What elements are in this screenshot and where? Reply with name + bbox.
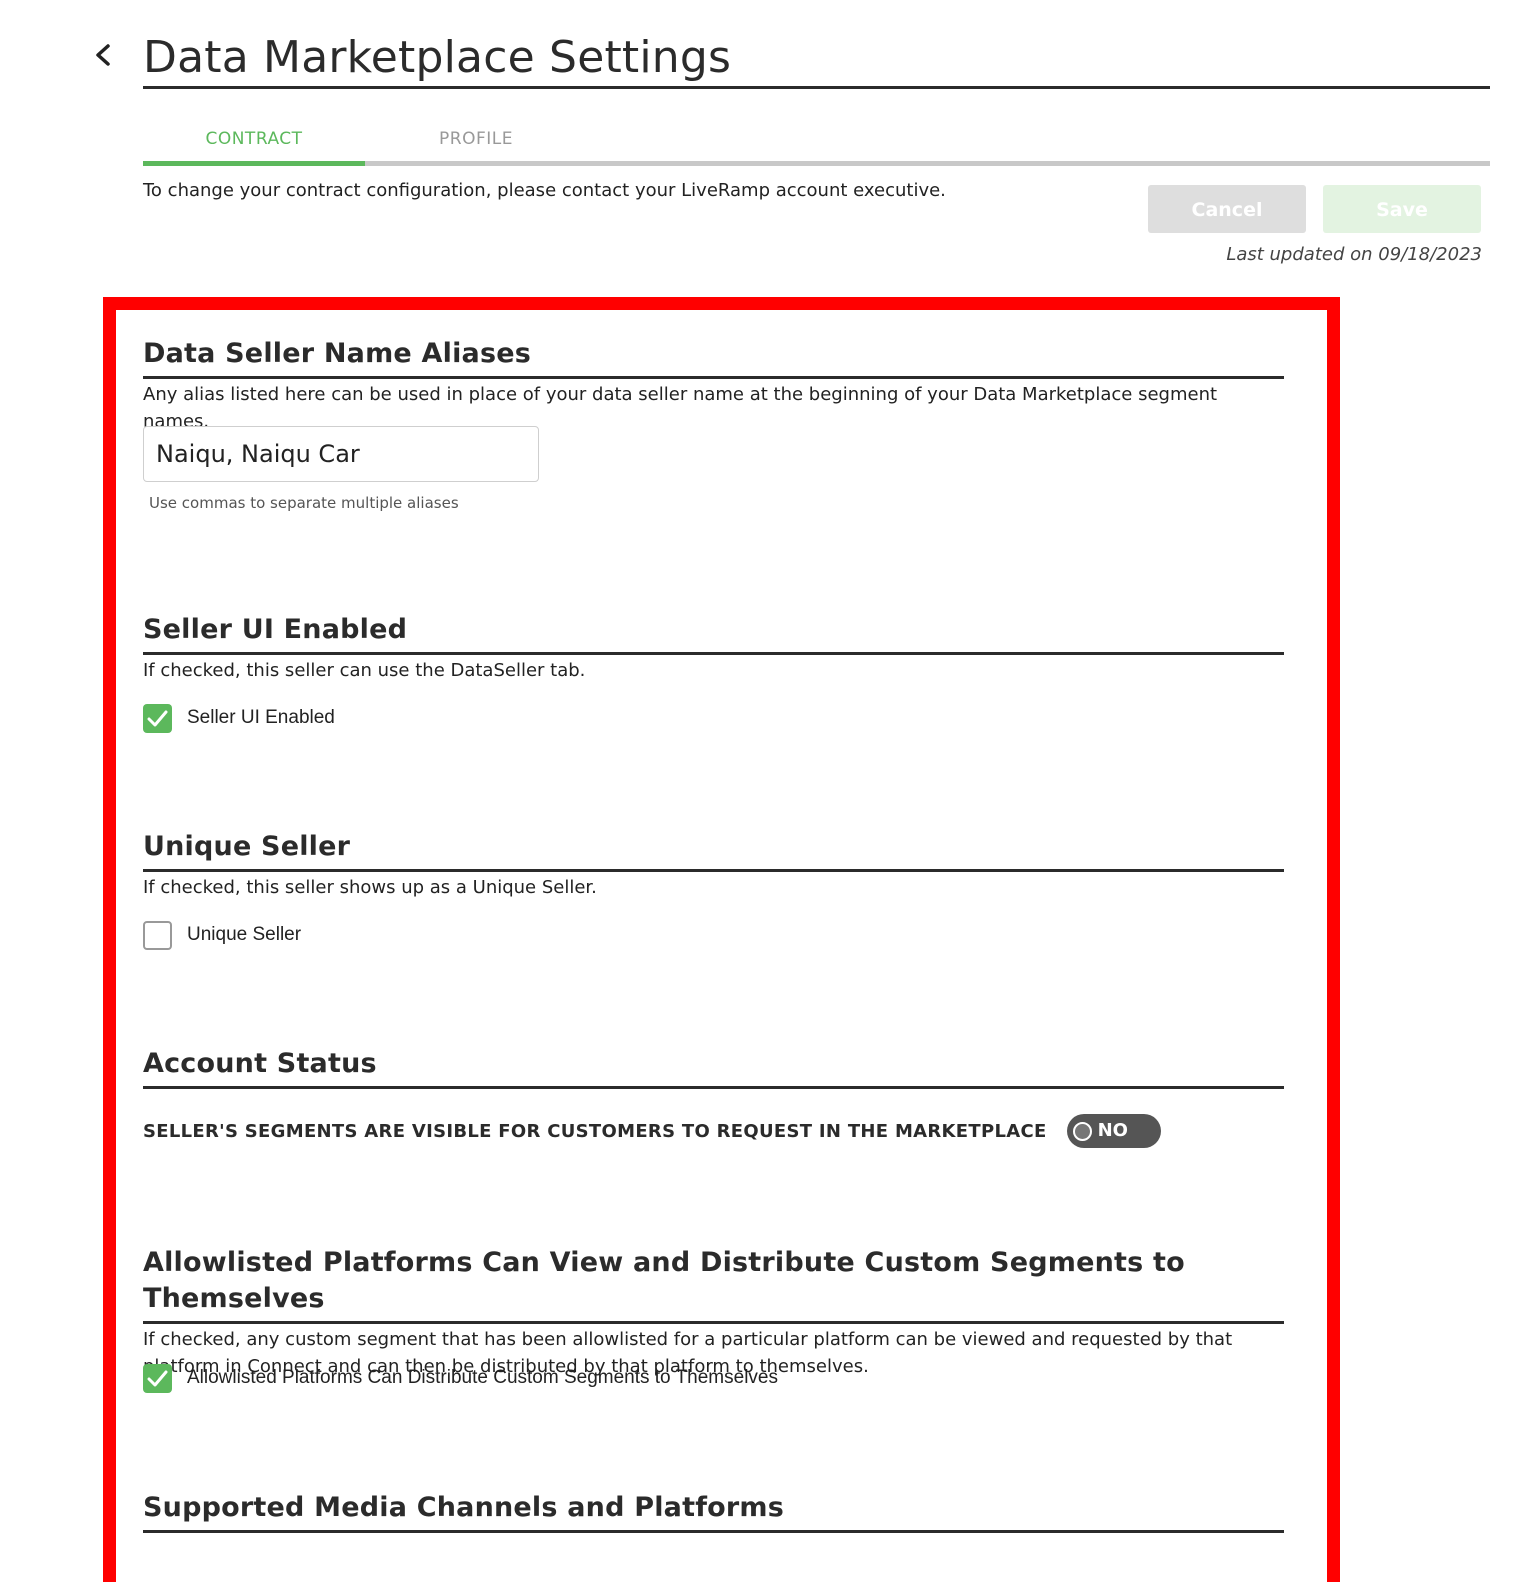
visibility-toggle[interactable]: NO [1066,1114,1161,1148]
section-divider [143,376,1284,379]
section-unique-seller: Unique Seller If checked, this seller sh… [143,829,1284,959]
aliases-helper-text: Use commas to separate multiple aliases [149,494,459,512]
section-description: If checked, this seller can use the Data… [143,660,586,681]
back-button[interactable] [90,38,118,74]
seller-ui-checkbox-row[interactable]: Seller UI Enabled [143,703,335,733]
last-updated-text: Last updated on 09/18/2023 [1226,244,1482,265]
section-title: Data Seller Name Aliases [143,338,531,369]
tab-contract[interactable]: CONTRACT [143,118,365,162]
section-aliases: Data Seller Name Aliases Any alias liste… [143,336,1284,526]
section-divider [143,1530,1284,1533]
allowlisted-checkbox-label: Allowlisted Platforms Can Distribute Cus… [187,1367,778,1388]
section-divider [143,652,1284,655]
checkmark-icon [147,710,168,726]
unique-seller-checkbox-row[interactable]: Unique Seller [143,920,301,950]
section-description: If checked, this seller shows up as a Un… [143,877,597,898]
title-divider [143,86,1490,89]
chevron-left-icon [96,44,110,66]
section-allowlisted-platforms: Allowlisted Platforms Can View and Distr… [143,1245,1284,1405]
unique-seller-checkbox[interactable] [143,920,172,950]
section-account-status: Account Status SELLER'S SEGMENTS ARE VIS… [143,1046,1284,1156]
section-title: Allowlisted Platforms Can View and Distr… [143,1247,1185,1314]
section-title: Supported Media Channels and Platforms [143,1492,785,1523]
section-media-channels: Supported Media Channels and Platforms [143,1490,1284,1540]
toggle-state-text: NO [1097,1120,1128,1141]
section-divider [143,1086,1284,1089]
visibility-toggle-label: SELLER'S SEGMENTS ARE VISIBLE FOR CUSTOM… [143,1120,1047,1142]
cancel-button[interactable]: Cancel [1148,185,1306,233]
section-title: Seller UI Enabled [143,614,408,645]
section-title: Account Status [143,1048,377,1079]
seller-ui-checkbox[interactable] [143,703,172,733]
page-title: Data Marketplace Settings [143,32,732,83]
toggle-knob [1072,1122,1092,1141]
allowlisted-checkbox[interactable] [143,1363,172,1393]
save-button[interactable]: Save [1323,185,1481,233]
section-divider [143,1321,1284,1324]
allowlisted-checkbox-row[interactable]: Allowlisted Platforms Can Distribute Cus… [143,1363,778,1393]
active-tab-indicator [143,161,365,166]
tab-profile[interactable]: PROFILE [365,118,587,162]
checkmark-icon [147,1370,168,1386]
section-seller-ui: Seller UI Enabled If checked, this selle… [143,612,1284,742]
aliases-input[interactable] [143,426,539,482]
seller-ui-checkbox-label: Seller UI Enabled [187,707,335,728]
contact-note: To change your contract configuration, p… [143,180,946,201]
unique-seller-checkbox-label: Unique Seller [187,924,302,945]
tab-bar: CONTRACT PROFILE [143,118,1490,168]
visibility-toggle-row: SELLER'S SEGMENTS ARE VISIBLE FOR CUSTOM… [143,1114,1161,1148]
section-title: Unique Seller [143,831,351,862]
section-divider [143,869,1284,872]
